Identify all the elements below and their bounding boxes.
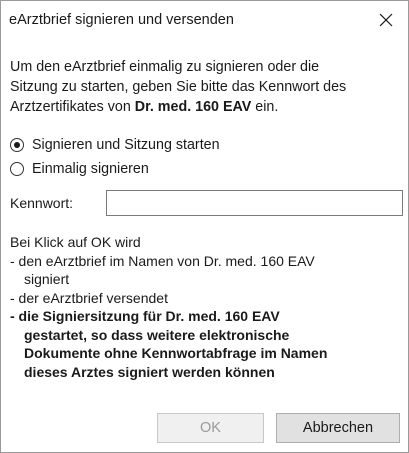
intro-line: Um den eArztbrief einmalig zu signieren … (10, 59, 320, 75)
radio-sign-and-start-session[interactable]: Signieren und Sitzung starten (10, 135, 220, 155)
dialog-window: eArztbrief signieren und versenden Um de… (0, 0, 409, 453)
radio-dot (14, 142, 20, 148)
intro-line: Sitzung zu starten, geben Sie bitte das … (10, 79, 347, 95)
doctor-name: Dr. med. 160 EAV (134, 99, 252, 115)
radio-sign-once[interactable]: Einmalig signieren (10, 159, 149, 179)
radio-button[interactable] (10, 162, 24, 176)
info-line: Bei Klick auf OK wird (10, 234, 141, 250)
info-text: Bei Klick auf OK wird - den eArztbrief i… (10, 233, 402, 381)
password-label: Kennwort: (10, 195, 74, 211)
radio-button-selected[interactable] (10, 138, 24, 152)
close-button[interactable] (364, 1, 408, 39)
info-line: - der eArztbrief versendet (10, 289, 168, 306)
window-title: eArztbrief signieren und versenden (9, 12, 234, 28)
info-line: - den eArztbrief im Namen von Dr. med. 1… (10, 252, 315, 269)
info-line-bold: - die Signiersitzung für Dr. med. 160 EA… (10, 308, 280, 324)
info-line-bold: Dokumente ohne Kennwortabfrage im Namen (24, 345, 328, 361)
cancel-button[interactable]: Abbrechen (276, 413, 400, 443)
intro-prefix: Arztzertifikates von (10, 99, 135, 115)
close-icon (379, 13, 393, 27)
title-bar: eArztbrief signieren und versenden (1, 1, 408, 41)
radio-label: Einmalig signieren (32, 161, 149, 177)
password-input[interactable] (106, 190, 403, 216)
ok-button[interactable]: OK (157, 413, 264, 443)
intro-suffix: ein. (251, 99, 279, 115)
radio-label: Signieren und Sitzung starten (32, 137, 220, 153)
intro-line: Arztzertifikates von Dr. med. 160 EAV ei… (10, 97, 398, 117)
intro-text: Um den eArztbrief einmalig zu signieren … (10, 57, 398, 117)
dialog-content: Um den eArztbrief einmalig zu signieren … (10, 57, 403, 380)
info-line: signiert (24, 271, 70, 287)
info-line-bold: dieses Arztes signiert werden können (24, 363, 275, 380)
info-line-bold: gestartet, so dass weitere elektronische (24, 326, 290, 343)
